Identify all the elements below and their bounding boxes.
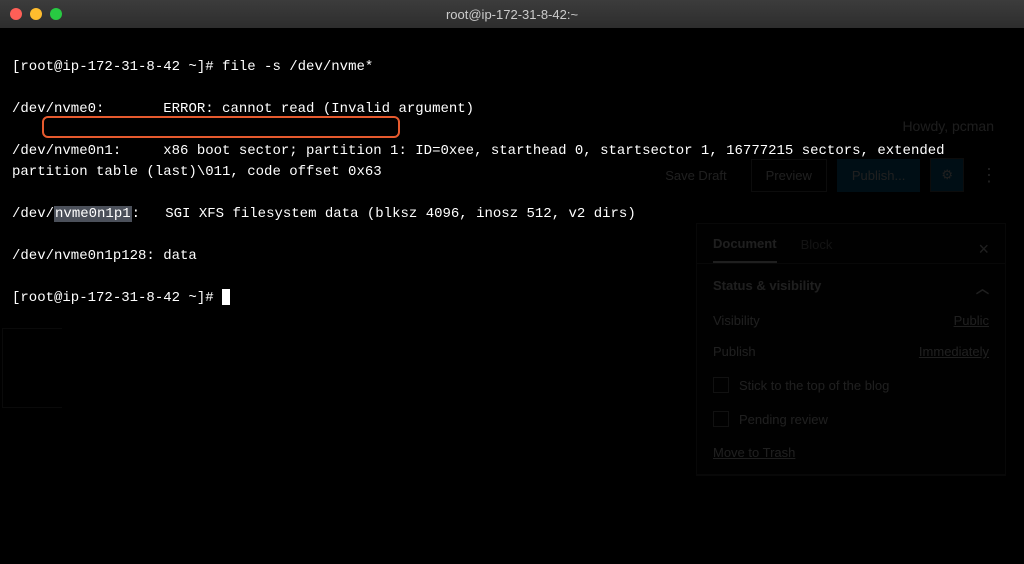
pending-review-checkbox[interactable] — [713, 411, 729, 427]
stick-top-label: Stick to the top of the blog — [739, 378, 889, 393]
output-line: /dev/nvme0n1: x86 boot sector; partition… — [12, 141, 1012, 183]
pending-review-label: Pending review — [739, 412, 828, 427]
output-mid: : — [132, 206, 166, 222]
output-prefix: /dev/ — [12, 206, 54, 222]
selected-text: nvme0n1p1 — [54, 206, 132, 222]
traffic-lights — [10, 8, 62, 20]
shell-prompt: [root@ip-172-31-8-42 ~]# — [12, 59, 222, 75]
terminal-output[interactable]: [root@ip-172-31-8-42 ~]# file -s /dev/nv… — [0, 28, 1024, 338]
minimize-window-button[interactable] — [30, 8, 42, 20]
left-panel-edge — [2, 328, 62, 408]
move-to-trash-link[interactable]: Move to Trash — [713, 445, 989, 460]
output-text: ERROR: cannot read (Invalid argument) — [163, 101, 474, 117]
window-title: root@ip-172-31-8-42:~ — [446, 7, 578, 22]
window-titlebar: root@ip-172-31-8-42:~ — [0, 0, 1024, 28]
publish-value[interactable]: Immediately — [919, 344, 989, 359]
output-line: /dev/nvme0n1p128: data — [12, 246, 1012, 267]
maximize-window-button[interactable] — [50, 8, 62, 20]
output-text: SGI XFS filesystem data (blksz 4096, ino… — [165, 206, 635, 222]
stick-top-checkbox[interactable] — [713, 377, 729, 393]
output-device: /dev/nvme0: — [12, 101, 163, 117]
shell-prompt: [root@ip-172-31-8-42 ~]# — [12, 290, 222, 306]
publish-label: Publish — [713, 344, 756, 359]
terminal-cursor — [222, 289, 230, 305]
command-text: file -s /dev/nvme* — [222, 59, 373, 75]
close-window-button[interactable] — [10, 8, 22, 20]
